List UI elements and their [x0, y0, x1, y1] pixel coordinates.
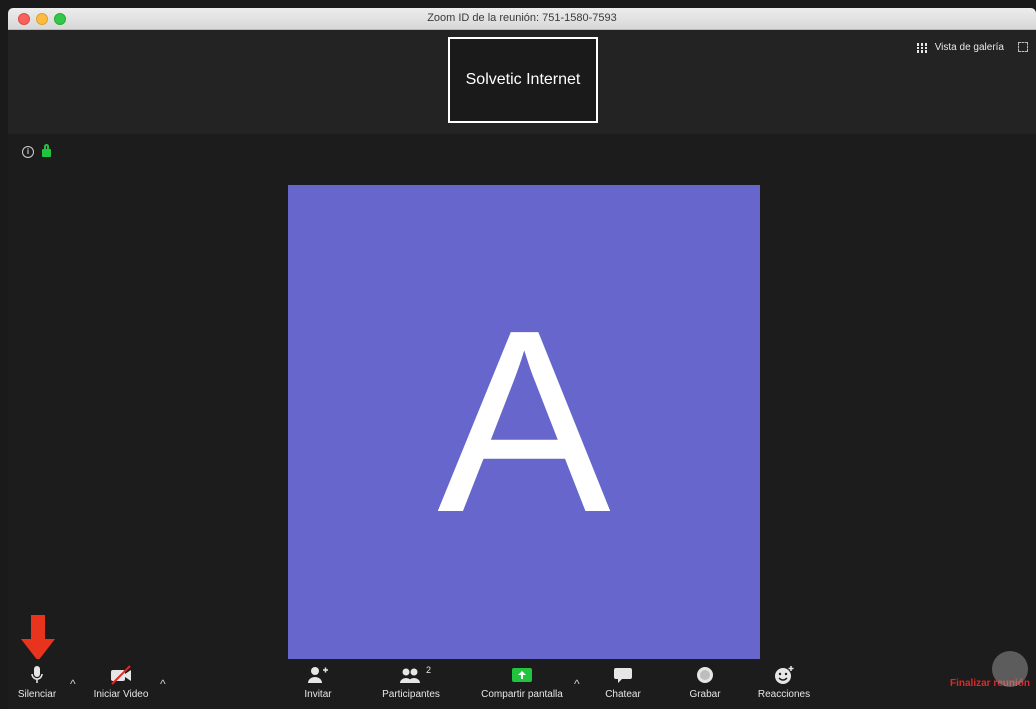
- invite-label: Invitar: [304, 689, 332, 700]
- chat-label: Chatear: [605, 689, 641, 700]
- window-titlebar: Zoom ID de la reunión: 751-1580-7593: [8, 8, 1036, 30]
- meeting-area: Solvetic Internet Vista de galería i A S…: [8, 30, 1036, 709]
- participant-name: Solvetic Internet: [465, 71, 581, 88]
- chat-button[interactable]: Chatear: [600, 665, 646, 700]
- add-user-icon: [308, 667, 328, 683]
- grid-icon: [916, 42, 927, 53]
- watermark-logo: [992, 651, 1028, 687]
- participants-button[interactable]: 2 Participantes: [376, 665, 446, 700]
- share-screen-label: Compartir pantalla: [481, 689, 563, 700]
- meeting-toolbar: Silenciar ^ Iniciar Video ^ Invitar 2 Pa…: [8, 659, 1036, 709]
- chat-icon: [614, 668, 632, 683]
- window-title: Zoom ID de la reunión: 751-1580-7593: [427, 12, 617, 24]
- invite-button[interactable]: Invitar: [292, 665, 344, 700]
- mute-button[interactable]: Silenciar: [12, 665, 62, 700]
- lock-icon[interactable]: [42, 144, 51, 157]
- participant-tile[interactable]: Solvetic Internet: [448, 37, 598, 123]
- annotation-arrow-icon: [21, 615, 55, 661]
- audio-options-caret-icon[interactable]: ^: [70, 677, 76, 691]
- gallery-view-button[interactable]: Vista de galería: [916, 42, 1004, 53]
- participant-strip: Solvetic Internet Vista de galería: [8, 30, 1036, 134]
- mute-label: Silenciar: [17, 689, 57, 700]
- microphone-icon: [31, 666, 43, 683]
- share-options-caret-icon[interactable]: ^: [574, 677, 580, 691]
- share-screen-icon: [512, 668, 532, 682]
- gallery-view-label: Vista de galería: [934, 42, 1004, 53]
- record-label: Grabar: [689, 689, 721, 700]
- avatar-letter: A: [437, 277, 611, 567]
- participants-label: Participantes: [382, 689, 440, 700]
- participant-avatar: A: [288, 185, 760, 659]
- participants-icon: [400, 668, 420, 683]
- start-video-button[interactable]: Iniciar Video: [88, 665, 154, 700]
- reactions-label: Reacciones: [757, 689, 811, 700]
- share-screen-button[interactable]: Compartir pantalla: [470, 665, 574, 700]
- record-button[interactable]: Grabar: [684, 665, 726, 700]
- video-options-caret-icon[interactable]: ^: [160, 677, 166, 691]
- record-icon: [697, 667, 713, 683]
- fullscreen-icon[interactable]: [1018, 42, 1028, 52]
- info-icon[interactable]: i: [22, 146, 34, 158]
- start-video-label: Iniciar Video: [93, 689, 149, 700]
- reaction-emoji-icon: [775, 666, 794, 684]
- reactions-button[interactable]: Reacciones: [752, 665, 816, 700]
- participants-count: 2: [426, 665, 432, 675]
- video-off-icon: [111, 665, 131, 685]
